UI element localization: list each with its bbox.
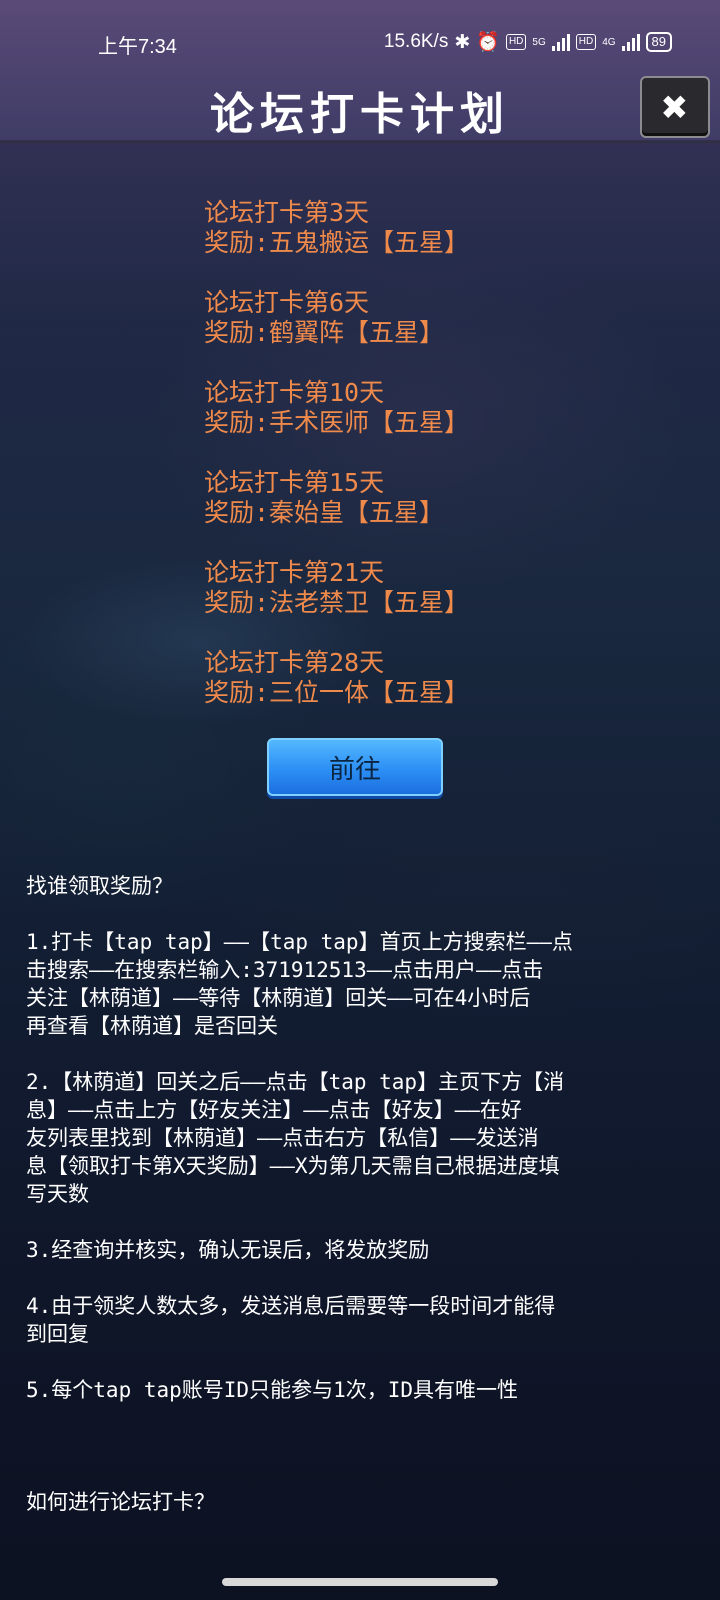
reward-prize: 奖励:秦始皇【五星】 <box>204 498 445 527</box>
step1-line: 再查看【林荫道】是否回关 <box>26 1014 278 1038</box>
reward-prize: 奖励:五鬼搬运【五星】 <box>204 228 470 257</box>
step1-line: 1.打卡【tap tap】——【tap tap】首页上方搜索栏——点 <box>26 930 573 954</box>
step4-line: 到回复 <box>26 1322 89 1346</box>
reward-prize: 奖励:鹤翼阵【五星】 <box>204 318 445 347</box>
bluetooth-icon: ✱ <box>454 31 471 53</box>
step1-line: 关注【林荫道】——等待【林荫道】回关——可在4小时后 <box>26 986 531 1010</box>
reward-list: 论坛打卡第3天 奖励:五鬼搬运【五星】 论坛打卡第6天 奖励:鹤翼阵【五星】 论… <box>204 198 469 738</box>
status-indicators: 15.6K/s ✱ ⏰ HD 5G HD 4G 89 <box>384 30 672 54</box>
step4-line: 4.由于领奖人数太多，发送消息后需要等一段时间才能得 <box>26 1294 556 1318</box>
alarm-icon: ⏰ <box>476 32 500 53</box>
reward-day: 论坛打卡第15天 <box>204 468 385 497</box>
hd-badge-2: HD <box>575 34 597 50</box>
reward-day: 论坛打卡第10天 <box>204 378 385 407</box>
step5-text: 5.每个tap tap账号ID只能参与1次，ID具有唯一性 <box>26 1378 519 1402</box>
reward-day: 论坛打卡第28天 <box>204 648 385 677</box>
step2-line: 友列表里找到【林荫道】——点击右方【私信】——发送消 <box>26 1126 539 1150</box>
page-title: 论坛打卡计划 <box>210 89 510 140</box>
reward-item: 论坛打卡第15天 奖励:秦始皇【五星】 <box>204 468 469 528</box>
reward-prize: 奖励:法老禁卫【五星】 <box>204 588 470 617</box>
hd-badge-1: HD <box>505 34 527 50</box>
signal-icon-2 <box>621 33 640 51</box>
reward-item: 论坛打卡第3天 奖励:五鬼搬运【五星】 <box>204 198 469 258</box>
reward-item: 论坛打卡第21天 奖励:法老禁卫【五星】 <box>204 558 469 618</box>
step2-line: 息【领取打卡第X天奖励】——X为第几天需自己根据进度填 <box>26 1154 560 1178</box>
go-button[interactable]: 前往 <box>267 738 443 796</box>
network-speed: 15.6K/s <box>383 31 449 52</box>
how-to-checkin-heading: 如何进行论坛打卡？ <box>26 1490 215 1514</box>
reward-prize: 奖励:手术医师【五星】 <box>204 408 470 437</box>
battery-icon: 89 <box>645 32 672 52</box>
reward-day: 论坛打卡第6天 <box>204 288 370 317</box>
instructions-panel: 找谁领取奖励？ 1.打卡【tap tap】——【tap tap】首页上方搜索栏—… <box>26 872 694 1516</box>
reward-prize: 奖励:三位一体【五星】 <box>204 678 470 707</box>
step2-line: 2.【林荫道】回关之后——点击【tap tap】主页下方【消 <box>26 1070 565 1094</box>
home-indicator[interactable] <box>222 1578 498 1586</box>
network-type-1: 5G <box>532 36 546 48</box>
signal-icon-1 <box>551 33 570 51</box>
reward-day: 论坛打卡第3天 <box>204 198 370 227</box>
step2-line: 息】——点击上方【好友关注】——点击【好友】——在好 <box>26 1098 522 1122</box>
reward-item: 论坛打卡第10天 奖励:手术医师【五星】 <box>204 378 469 438</box>
status-time: 上午7:34 <box>98 36 177 58</box>
step3-text: 3.经查询并核实，确认无误后，将发放奖励 <box>26 1238 430 1262</box>
reward-day: 论坛打卡第21天 <box>204 558 385 587</box>
header-divider <box>0 141 720 143</box>
close-button[interactable]: ✖ <box>640 76 710 138</box>
network-type-2: 4G <box>602 36 616 48</box>
reward-item: 论坛打卡第28天 奖励:三位一体【五星】 <box>204 648 469 708</box>
instructions-heading: 找谁领取奖励？ <box>26 874 173 898</box>
step1-line: 击搜索——在搜索栏输入:371912513——点击用户——点击 <box>26 958 544 982</box>
step2-line: 写天数 <box>26 1182 89 1206</box>
reward-item: 论坛打卡第6天 奖励:鹤翼阵【五星】 <box>204 288 469 348</box>
